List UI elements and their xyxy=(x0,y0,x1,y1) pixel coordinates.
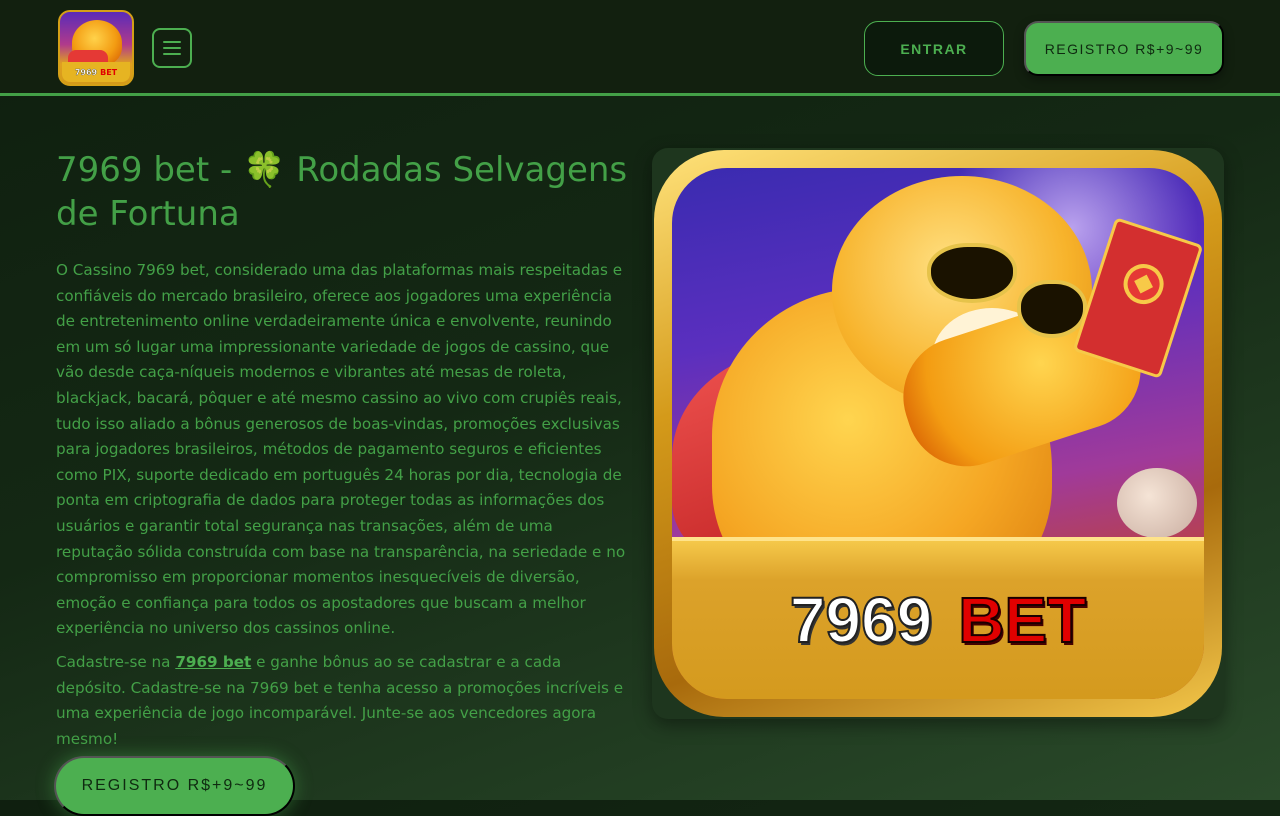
entrar-button[interactable]: ENTRAR xyxy=(864,21,1004,76)
logo-brand: BET xyxy=(100,67,118,77)
sunglasses-left-lens-icon xyxy=(927,243,1017,303)
hero-image-card: 7969 BET xyxy=(652,148,1224,719)
signup-paragraph: Cadastre-se na 7969 bet e ganhe bônus ao… xyxy=(56,650,631,752)
signup-text-before: Cadastre-se na xyxy=(56,653,176,671)
hero-brand-band: 7969 BET xyxy=(672,537,1204,699)
menu-button[interactable] xyxy=(152,28,192,68)
hamburger-line xyxy=(163,41,181,43)
sunglasses-right-lens-icon xyxy=(1017,280,1087,338)
hero-brand: BET xyxy=(957,583,1087,657)
chinese-coin-icon xyxy=(1118,258,1169,310)
registro-button-header[interactable]: REGISTRO R$+9~99 xyxy=(1024,21,1224,76)
hero-number: 7969 xyxy=(789,583,933,657)
four-leaf-clover-icon: 🍀 xyxy=(243,150,286,190)
signup-link[interactable]: 7969 bet xyxy=(175,653,251,671)
logo-number: 7969 xyxy=(74,67,98,77)
registro-button-main[interactable]: REGISTRO R$+9~99 xyxy=(54,756,295,816)
site-header: 7969 BET ENTRAR REGISTRO R$+9~99 xyxy=(0,0,1280,96)
hero-gold-frame: 7969 BET xyxy=(654,150,1222,717)
fortune-tiger-game-icon: 7969 BET xyxy=(672,168,1204,699)
intro-paragraph: O Cassino 7969 bet, considerado uma das … xyxy=(56,261,626,638)
hamburger-line xyxy=(163,47,181,49)
title-prefix: 7969 bet - xyxy=(56,150,233,190)
hamburger-line xyxy=(163,53,181,55)
brand-logo[interactable]: 7969 BET xyxy=(58,10,134,86)
coin-hole-shape xyxy=(1134,274,1154,294)
logo-band: 7969 BET xyxy=(62,62,130,82)
mouse-mascot-icon xyxy=(1117,468,1197,538)
page-title: 7969 bet - 🍀 Rodadas Selvagens de Fortun… xyxy=(56,148,636,236)
